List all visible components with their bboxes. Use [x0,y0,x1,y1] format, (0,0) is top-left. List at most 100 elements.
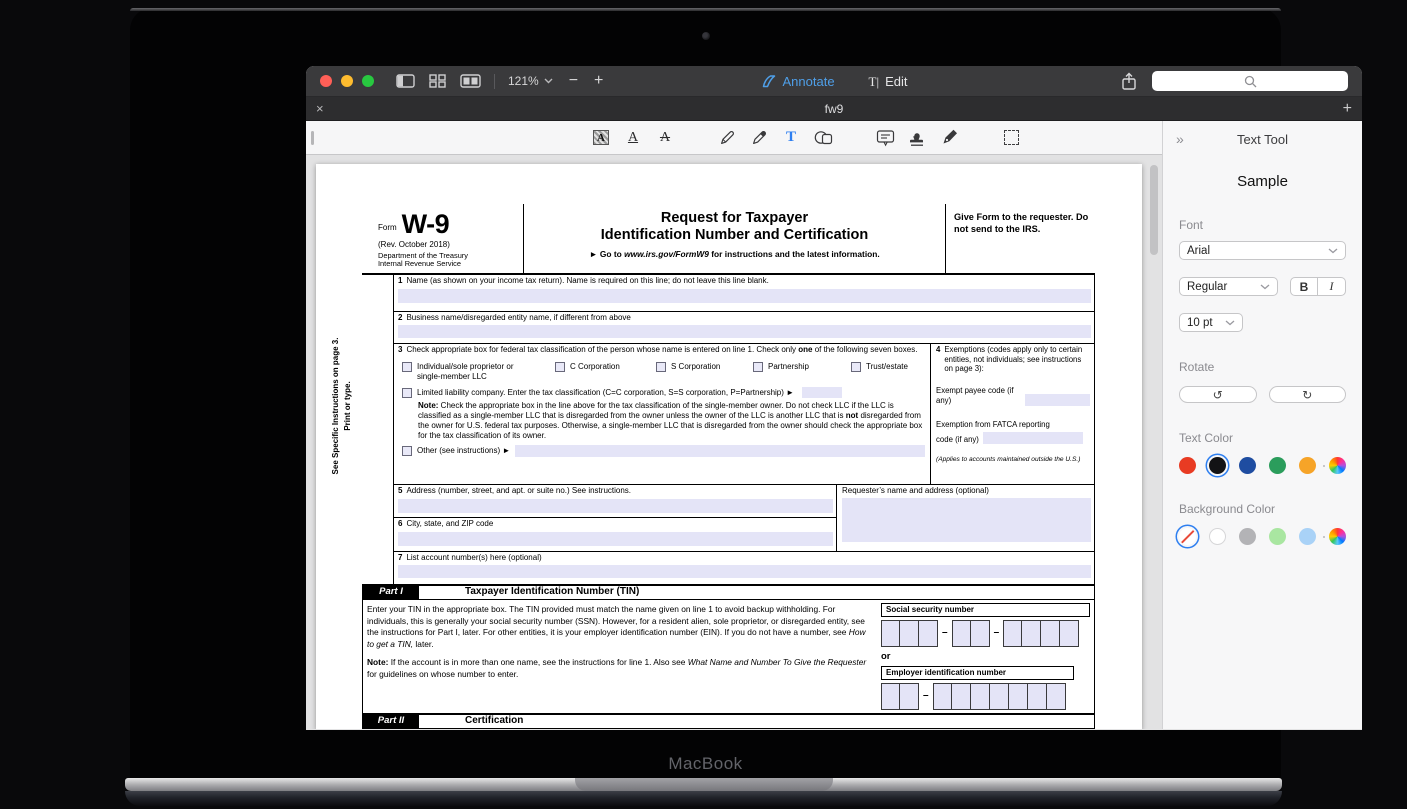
note-comment-tool[interactable] [875,127,896,148]
italic-button[interactable]: I [1318,278,1345,295]
collapse-panel-icon[interactable]: » [1176,131,1184,147]
text-color-black[interactable] [1209,457,1226,474]
requester-label: Requester’s name and address (optional) [842,486,1091,496]
tab-close-icon[interactable]: × [316,102,324,115]
ssn-digit[interactable] [952,620,971,647]
other-label: Other (see instructions) ► [417,446,510,456]
checkbox-partnership[interactable] [753,362,763,372]
ssn-digit[interactable] [1060,620,1079,647]
ein-digit[interactable] [952,683,971,710]
ein-digit[interactable] [990,683,1009,710]
search-icon [1244,75,1257,88]
background-color-blue[interactable] [1299,528,1316,545]
background-color-green[interactable] [1269,528,1286,545]
stamp-tool[interactable] [907,127,928,148]
font-style-select[interactable]: Regular [1179,277,1278,296]
selection-tool[interactable] [1001,127,1022,148]
font-family-select[interactable]: Arial [1179,241,1346,260]
account-numbers-input[interactable] [398,565,1091,578]
ein-digit[interactable] [1047,683,1066,710]
ssn-digit[interactable] [900,620,919,647]
highlight-text-tool[interactable]: A [591,127,612,148]
checkbox-s-corporation[interactable] [656,362,666,372]
business-name-input[interactable] [398,325,1091,338]
other-input[interactable] [515,445,925,457]
edit-mode-button[interactable]: T| Edit [869,74,908,90]
checkbox-c-corporation[interactable] [555,362,565,372]
highlighter-tool[interactable] [749,127,770,148]
chevron-down-icon [1225,320,1235,326]
rotate-cw-button[interactable]: ↻ [1269,386,1347,403]
exempt-payee-input[interactable] [1025,394,1090,406]
background-color-gray[interactable] [1239,528,1256,545]
font-size-select[interactable]: 10 pt [1179,313,1243,332]
text-color-blue[interactable] [1239,457,1256,474]
ein-digit[interactable] [881,683,900,710]
line4-cell: 4Exemptions (codes apply only to certain… [931,344,1094,484]
shapes-tool[interactable] [813,127,834,148]
ssn-digit[interactable] [971,620,990,647]
text-color-section-label: Text Color [1179,431,1346,445]
bold-button[interactable]: B [1291,278,1318,295]
ssn-digit[interactable] [1003,620,1022,647]
checkbox-trust-estate[interactable] [851,362,861,372]
line2-row: 2Business name/disregarded entity name, … [394,312,1094,344]
checkbox-individual[interactable] [402,362,412,372]
checkbox-trust-label: Trust/estate [866,362,908,372]
toolbar-grip[interactable] [311,131,314,145]
form-department: Department of the Treasury Internal Reve… [378,252,519,270]
background-color-none[interactable] [1179,528,1196,545]
rotate-ccw-button[interactable]: ↺ [1179,386,1257,403]
fatca-input[interactable] [983,432,1083,444]
signature-tool[interactable] [939,127,960,148]
line5-cell: 5Address (number, street, and apt. or su… [394,485,836,518]
ssn-digit[interactable] [919,620,938,647]
annotate-mode-button[interactable]: Annotate [761,74,835,89]
fatca-label: Exemption from FATCA reporting [936,420,1090,430]
text-color-wheel[interactable] [1329,457,1346,474]
checkbox-other[interactable] [402,446,412,456]
text-color-orange[interactable] [1299,457,1316,474]
ein-digit[interactable] [1028,683,1047,710]
ssn-digit[interactable] [1041,620,1060,647]
ssn-digit[interactable] [881,620,900,647]
new-tab-icon[interactable]: + [1343,101,1352,117]
rotate-cw-icon: ↻ [1302,389,1312,401]
text-color-swatches [1179,457,1346,474]
edit-label: Edit [885,74,907,89]
background-color-wheel[interactable] [1329,528,1346,545]
tax-class-checkboxes: Individual/sole proprietor or single-mem… [398,362,926,382]
ein-digit[interactable] [1009,683,1028,710]
share-icon[interactable] [1121,72,1137,91]
background-color-white[interactable] [1209,528,1226,545]
tab-title[interactable]: fw9 [306,102,1362,116]
address-input[interactable] [398,499,833,513]
ein-digit[interactable] [900,683,919,710]
ssn-digit[interactable] [1022,620,1041,647]
city-state-zip-input[interactable] [398,532,833,546]
text-color-red[interactable] [1179,457,1196,474]
annotate-label: Annotate [783,74,835,89]
background-color-section-label: Background Color [1179,502,1346,516]
line1-label: Name (as shown on your income tax return… [406,276,768,285]
requester-input[interactable] [842,498,1091,542]
ein-digit[interactable] [971,683,990,710]
macbook-hinge [125,778,1282,791]
name-field-input[interactable] [398,289,1091,303]
line3-label: Check appropriate box for federal tax cl… [406,345,917,355]
llc-label: Limited liability company. Enter the tax… [417,388,794,398]
line3-cell: 3 Check appropriate box for federal tax … [394,344,931,484]
strikethrough-text-icon: A [660,131,670,145]
text-color-green[interactable] [1269,457,1286,474]
search-input[interactable] [1152,71,1348,91]
checkbox-llc[interactable] [402,388,412,398]
document-scrollbar[interactable] [1150,165,1158,255]
strikethrough-text-tool[interactable]: A [655,127,676,148]
form-word: Form [378,223,397,236]
underline-text-tool[interactable]: A [623,127,644,148]
ein-digit[interactable] [933,683,952,710]
pencil-tool[interactable] [717,127,738,148]
llc-classification-input[interactable] [802,387,842,398]
text-tool[interactable]: T [781,127,802,148]
checkbox-s-corp-label: S Corporation [671,362,720,372]
